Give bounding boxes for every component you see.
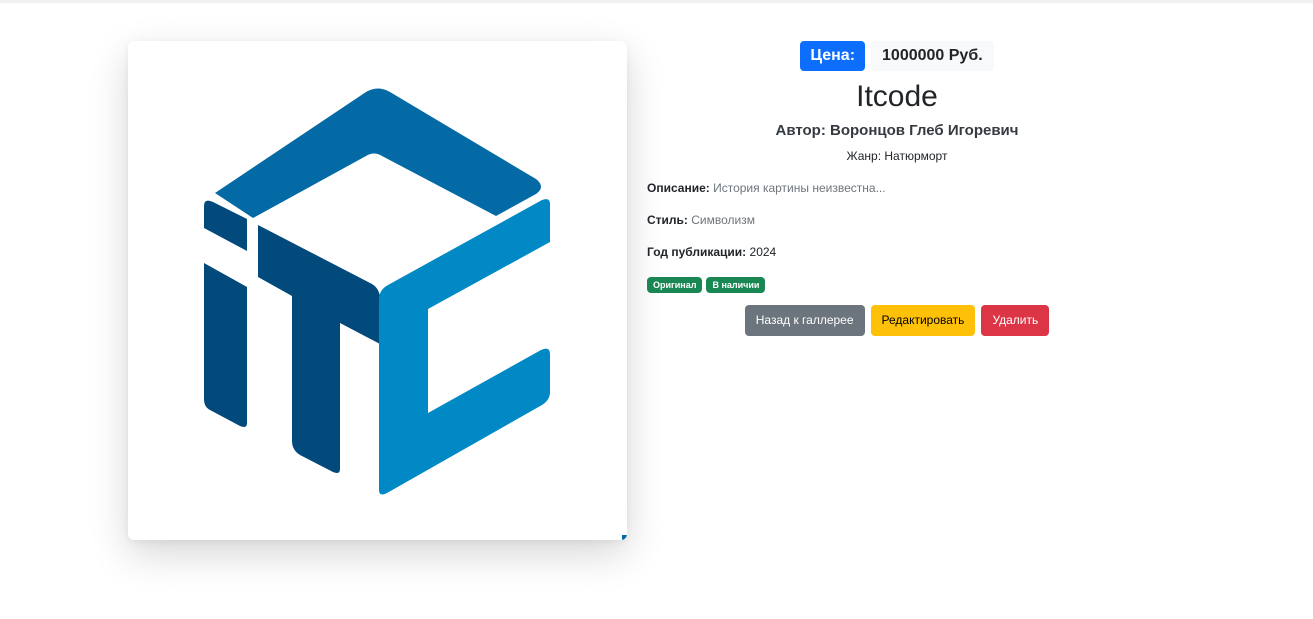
artwork-image: [128, 41, 627, 540]
description-line: Описание: История картины неизвестна...: [647, 180, 1147, 196]
style-label: Стиль:: [647, 213, 688, 227]
artwork-details: Цена: 1000000 Руб. Itcode Автор: Воронцо…: [647, 40, 1147, 336]
top-border: [0, 0, 1313, 3]
year-label: Год публикации:: [647, 245, 747, 259]
back-to-gallery-button[interactable]: Назад к галлерее: [744, 305, 865, 336]
edit-button[interactable]: Редактировать: [870, 305, 976, 336]
artwork-title: Itcode: [856, 80, 938, 113]
style-value: Символизм: [691, 213, 755, 227]
artwork-author: Автор: Воронцов Глеб Игоревич: [775, 122, 1019, 139]
in-stock-badge: В наличии: [706, 277, 766, 293]
original-badge: Оригинал: [647, 277, 703, 293]
status-badges: Оригинал В наличии: [647, 277, 1147, 293]
description-label: Описание:: [647, 181, 710, 195]
year-line: Год публикации: 2024: [647, 244, 1147, 260]
artwork-genre: Жанр: Натюрморт: [846, 149, 948, 163]
price-value: 1000000 Руб.: [871, 41, 994, 71]
description-value: История картины неизвестна...: [713, 181, 886, 195]
price-row: Цена: 1000000 Руб.: [647, 40, 1147, 72]
year-value: 2024: [749, 245, 777, 259]
delete-button[interactable]: Удалить: [981, 305, 1050, 336]
itc-logo: [204, 88, 627, 540]
price-label-badge: Цена:: [800, 41, 866, 71]
style-line: Стиль: Символизм: [647, 212, 1147, 228]
action-buttons: Назад к галлерее Редактировать Удалить: [647, 305, 1147, 336]
